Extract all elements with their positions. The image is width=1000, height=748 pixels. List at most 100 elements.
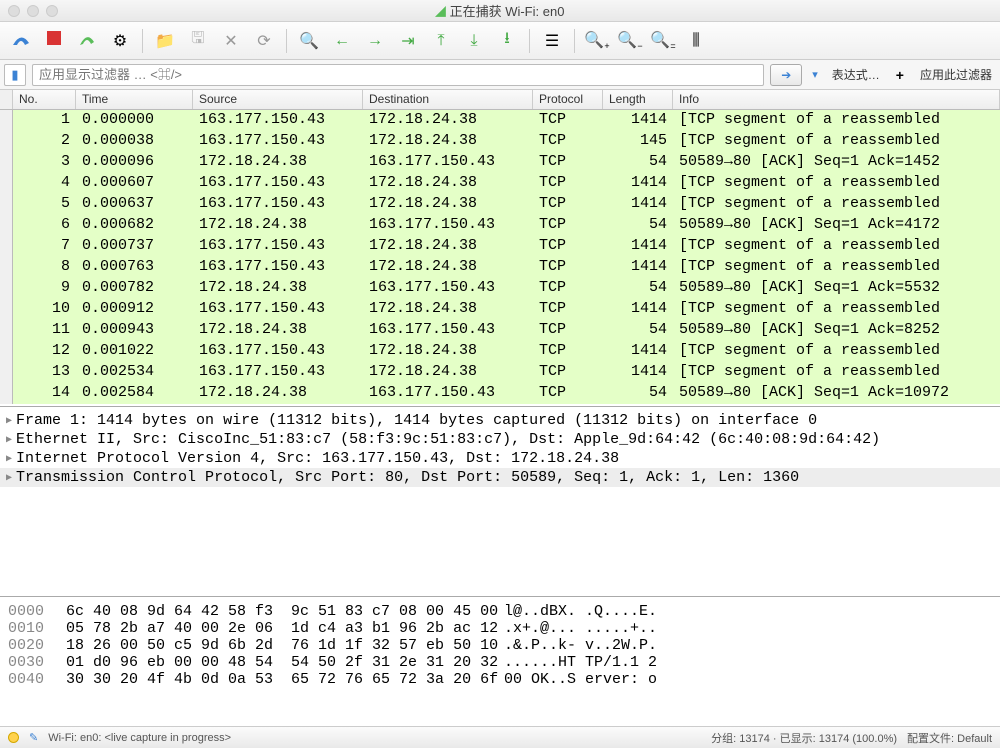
status-bar: ✎ Wi-Fi: en0: <live capture in progress>… (0, 726, 1000, 748)
packet-row[interactable]: 140.002584172.18.24.38163.177.150.43TCP5… (0, 383, 1000, 404)
expression-button[interactable]: 表达式… (828, 66, 884, 83)
edit-capture-comment-icon[interactable]: ✎ (29, 731, 38, 744)
packet-bytes-pane[interactable]: 00006c 40 08 9d 64 42 58 f3 9c 51 83 c7 … (0, 596, 1000, 726)
reload-button[interactable]: ⟳ (249, 27, 279, 55)
close-window-button[interactable] (8, 5, 20, 17)
hex-row[interactable]: 004030 30 20 4f 4b 0d 0a 53 65 72 76 65 … (8, 671, 992, 688)
shark-fin-icon (11, 29, 31, 52)
minimize-window-button[interactable] (27, 5, 39, 17)
packet-row[interactable]: 60.000682172.18.24.38163.177.150.43TCP54… (0, 215, 1000, 236)
zoom-out-button[interactable]: 🔍− (615, 27, 645, 55)
search-icon: 🔍 (299, 31, 319, 51)
stop-capture-button[interactable] (39, 27, 69, 55)
add-filter-button[interactable]: + (890, 67, 910, 83)
packet-list-header: No. Time Source Destination Protocol Len… (0, 90, 1000, 110)
go-top-icon: ⤒ (437, 32, 444, 50)
stop-icon (46, 30, 62, 51)
status-profile: 配置文件: Default (907, 730, 992, 746)
hex-row[interactable]: 00006c 40 08 9d 64 42 58 f3 9c 51 83 c7 … (8, 603, 992, 620)
detail-tree-item[interactable]: ▶Frame 1: 1414 bytes on wire (11312 bits… (0, 411, 1000, 430)
go-last-button[interactable]: ⤓ (459, 27, 489, 55)
filter-history-dropdown[interactable]: ▾ (808, 68, 822, 81)
column-header-destination[interactable]: Destination (363, 90, 533, 109)
column-header-no[interactable]: No. (13, 90, 76, 109)
packet-row[interactable]: 30.000096172.18.24.38163.177.150.43TCP54… (0, 152, 1000, 173)
window-controls (8, 5, 58, 17)
goto-icon: ⇥ (401, 31, 414, 51)
go-to-packet-button[interactable]: ⇥ (393, 27, 423, 55)
reload-icon: ⟳ (257, 31, 270, 51)
packet-row[interactable]: 70.000737163.177.150.43172.18.24.38TCP14… (0, 236, 1000, 257)
arrow-right-icon: → (367, 32, 383, 50)
display-filter-bar: ▮ ➔ ▾ 表达式… + 应用此过滤器 (0, 60, 1000, 90)
arrow-right-icon: ➔ (781, 68, 791, 82)
column-header-source[interactable]: Source (193, 90, 363, 109)
column-header-length[interactable]: Length (603, 90, 673, 109)
expand-triangle-icon[interactable]: ▶ (4, 469, 16, 486)
colorize-button[interactable]: ☰ (537, 27, 567, 55)
packet-row[interactable]: 10.000000163.177.150.43172.18.24.38TCP14… (0, 110, 1000, 131)
packet-row[interactable]: 20.000038163.177.150.43172.18.24.38TCP14… (0, 131, 1000, 152)
autoscroll-icon: ⭳ (504, 27, 510, 54)
close-file-button[interactable]: ✕ (216, 27, 246, 55)
zoom-in-icon: 🔍+ (584, 30, 609, 51)
column-header-info[interactable]: Info (673, 90, 1000, 109)
expert-info-led[interactable] (8, 732, 19, 743)
packet-row[interactable]: 120.001022163.177.150.43172.18.24.38TCP1… (0, 341, 1000, 362)
arrow-left-icon: ← (334, 32, 350, 50)
hex-row[interactable]: 003001 d0 96 eb 00 00 48 54 54 50 2f 31 … (8, 654, 992, 671)
go-back-button[interactable]: ← (327, 27, 357, 55)
detail-tree-item[interactable]: ▶Ethernet II, Src: CiscoInc_51:83:c7 (58… (0, 430, 1000, 449)
columns-icon: ⫼ (692, 32, 699, 50)
close-icon: ✕ (224, 31, 237, 51)
go-forward-button[interactable]: → (360, 27, 390, 55)
expand-triangle-icon[interactable]: ▶ (4, 412, 16, 429)
capture-running-icon: ◢ (436, 3, 446, 19)
zoom-window-button[interactable] (46, 5, 58, 17)
zoom-in-button[interactable]: 🔍+ (582, 27, 612, 55)
column-header-time[interactable]: Time (76, 90, 193, 109)
hex-row[interactable]: 002018 26 00 50 c5 9d 6b 2d 76 1d 1f 32 … (8, 637, 992, 654)
display-filter-input[interactable] (32, 64, 764, 86)
zoom-reset-button[interactable]: 🔍= (648, 27, 678, 55)
packet-row[interactable]: 130.002534163.177.150.43172.18.24.38TCP1… (0, 362, 1000, 383)
packet-details-pane[interactable]: ▶Frame 1: 1414 bytes on wire (11312 bits… (0, 406, 1000, 596)
main-toolbar: ⚙ 📁 🖫 ✕ ⟳ 🔍 ← → ⇥ ⤒ ⤓ ⭳ ☰ 🔍+ 🔍− 🔍= ⫼ (0, 22, 1000, 60)
packet-list-body[interactable]: 10.000000163.177.150.43172.18.24.38TCP14… (0, 110, 1000, 406)
restart-capture-button[interactable] (72, 27, 102, 55)
packet-row[interactable]: 100.000912163.177.150.43172.18.24.38TCP1… (0, 299, 1000, 320)
packet-row[interactable]: 110.000943172.18.24.38163.177.150.43TCP5… (0, 320, 1000, 341)
packet-row[interactable]: 90.000782172.18.24.38163.177.150.43TCP54… (0, 278, 1000, 299)
apply-filter-label[interactable]: 应用此过滤器 (916, 66, 996, 83)
zoom-out-icon: 🔍− (617, 30, 642, 51)
status-capture-text: Wi-Fi: en0: <live capture in progress> (48, 732, 231, 744)
window-titlebar: ◢ 正在捕获 Wi-Fi: en0 (0, 0, 1000, 22)
folder-icon: 📁 (155, 31, 175, 51)
expand-triangle-icon[interactable]: ▶ (4, 431, 16, 448)
save-file-button[interactable]: 🖫 (183, 27, 213, 55)
filter-apply-arrow-button[interactable]: ➔ (770, 64, 802, 86)
open-file-button[interactable]: 📁 (150, 27, 180, 55)
zoom-reset-icon: 🔍= (650, 30, 675, 51)
packet-list-pane: No. Time Source Destination Protocol Len… (0, 90, 1000, 406)
start-capture-button[interactable] (6, 27, 36, 55)
capture-options-button[interactable]: ⚙ (105, 27, 135, 55)
detail-tree-item[interactable]: ▶Internet Protocol Version 4, Src: 163.1… (0, 449, 1000, 468)
hex-row[interactable]: 001005 78 2b a7 40 00 2e 06 1d c4 a3 b1 … (8, 620, 992, 637)
window-title: ◢ 正在捕获 Wi-Fi: en0 (436, 1, 565, 20)
resize-columns-button[interactable]: ⫼ (681, 27, 711, 55)
packet-row[interactable]: 50.000637163.177.150.43172.18.24.38TCP14… (0, 194, 1000, 215)
filter-bookmark-button[interactable]: ▮ (4, 64, 26, 86)
save-icon: 🖫 (191, 27, 205, 54)
bookmark-icon: ▮ (11, 67, 18, 83)
expand-triangle-icon[interactable]: ▶ (4, 450, 16, 467)
status-packet-count: 分组: 13174 · 已显示: 13174 (100.0%) (711, 730, 897, 746)
detail-tree-item[interactable]: ▶Transmission Control Protocol, Src Port… (0, 468, 1000, 487)
find-packet-button[interactable]: 🔍 (294, 27, 324, 55)
auto-scroll-button[interactable]: ⭳ (492, 27, 522, 55)
column-header-protocol[interactable]: Protocol (533, 90, 603, 109)
go-first-button[interactable]: ⤒ (426, 27, 456, 55)
restart-icon (78, 29, 96, 52)
packet-row[interactable]: 80.000763163.177.150.43172.18.24.38TCP14… (0, 257, 1000, 278)
packet-row[interactable]: 40.000607163.177.150.43172.18.24.38TCP14… (0, 173, 1000, 194)
